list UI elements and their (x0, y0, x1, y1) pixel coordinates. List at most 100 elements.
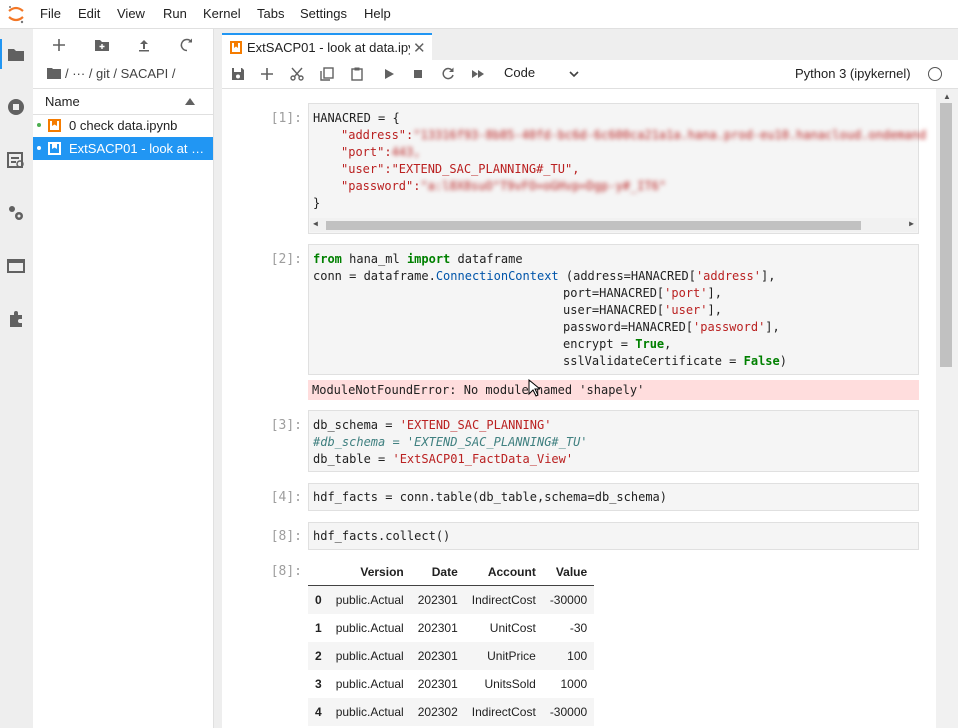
code-line: password=HANACRED['password'], (563, 320, 780, 334)
file-row-selected[interactable]: ExtSACP01 - look at data.ipynb (33, 137, 213, 160)
extension-manager-icon[interactable] (6, 309, 26, 329)
redacted-value: "a:l8X8suO"T9vFO=oGHvp=Dgp-y#_IT6" (420, 179, 667, 193)
column-header: Version (328, 559, 411, 586)
scroll-left-icon[interactable]: ◀ (313, 219, 318, 228)
file-row[interactable]: 0 check data.ipynb (33, 114, 213, 137)
code-cell-3[interactable]: db_schema = 'EXTEND_SAC_PLANNING' #db_sc… (308, 410, 919, 472)
kernel-idle-status-icon (928, 67, 942, 81)
vertical-scrollbar[interactable]: ▲ (936, 89, 958, 728)
new-folder-icon[interactable] (94, 37, 110, 53)
sort-ascending-icon[interactable] (185, 98, 195, 105)
cell-account: UnitCost (489, 621, 536, 635)
breadcrumb-path[interactable]: / ··· / git / SACAPI / (65, 66, 176, 81)
code-line: "address":"13316f93-8b85-40fd-bc6d-6c600… (341, 128, 926, 142)
run-icon[interactable] (382, 67, 396, 81)
row-index: 4 (315, 705, 322, 719)
scrollbar-thumb[interactable] (940, 103, 952, 367)
output-prompt: [8]: (270, 564, 302, 579)
command-palette-icon[interactable] (6, 150, 26, 170)
column-header: Account (464, 559, 543, 586)
paste-icon[interactable] (350, 67, 364, 81)
cell-value: 100 (567, 649, 588, 663)
file-list-header[interactable]: Name (33, 88, 213, 115)
menu-tabs[interactable]: Tabs (257, 6, 284, 21)
menu-kernel[interactable]: Kernel (203, 6, 241, 21)
column-header: Date (410, 559, 465, 586)
code-cell-5[interactable]: hdf_facts.collect() (308, 522, 919, 550)
copy-icon[interactable] (320, 67, 334, 81)
row-index: 3 (315, 677, 322, 691)
restart-icon[interactable] (441, 67, 455, 81)
table-row: 4 public.Actual 202302 IndirectCost -300… (308, 698, 595, 726)
insert-cell-icon[interactable] (260, 67, 274, 81)
chevron-down-icon[interactable] (569, 69, 579, 79)
cell-version: public.Actual (335, 621, 404, 635)
kernel-name[interactable]: Python 3 (ipykernel) (795, 66, 911, 81)
stop-icon[interactable] (411, 67, 425, 81)
notebook-tab-icon (230, 41, 242, 54)
menu-run[interactable]: Run (163, 6, 187, 21)
scroll-up-icon[interactable]: ▲ (943, 92, 951, 101)
cell-value: -30 (569, 621, 588, 635)
property-inspector-icon[interactable] (6, 203, 26, 223)
code-line: } (313, 196, 321, 210)
code-line: "port":443, (341, 145, 420, 159)
scrollbar-thumb[interactable] (326, 221, 861, 230)
table-row: 1 public.Actual 202301 UnitCost -30 (308, 614, 594, 642)
menu-settings[interactable]: Settings (300, 6, 347, 21)
menu-file[interactable]: File (40, 6, 61, 21)
cell-account: UnitPrice (487, 649, 536, 663)
running-dot-icon (37, 123, 41, 127)
table-row: 2 public.Actual 202301 UnitPrice 100 (308, 642, 595, 670)
cut-icon[interactable] (290, 67, 304, 81)
jupyter-logo-icon[interactable] (6, 4, 26, 24)
code-cell-2[interactable]: from hana_ml import dataframe conn = dat… (308, 244, 919, 375)
code-line: user=HANACRED['user'], (563, 303, 722, 317)
code-cell-1[interactable]: HANACRED = { "address":"13316f93-8b85-40… (308, 103, 926, 234)
close-tab-icon[interactable]: ✕ (413, 39, 426, 57)
cell-type-select[interactable]: Code (504, 65, 535, 80)
code-line: hdf_facts.collect() (313, 529, 451, 543)
menu-view[interactable]: View (117, 6, 145, 21)
upload-icon[interactable] (136, 37, 152, 53)
code-cell-4[interactable]: hdf_facts = conn.table(db_table,schema=d… (308, 483, 919, 511)
cell-date: 202301 (417, 593, 458, 607)
refresh-icon[interactable] (179, 37, 195, 53)
new-launcher-icon[interactable] (51, 37, 67, 53)
code-line: conn = dataframe.ConnectionContext (addr… (313, 269, 776, 283)
redacted-value: 443, (391, 145, 421, 159)
cell-version: public.Actual (335, 705, 404, 719)
table-row: 3 public.Actual 202301 UnitsSold 1000 (308, 670, 594, 698)
cell-prompt: [2]: (270, 252, 302, 267)
home-folder-icon[interactable] (47, 67, 61, 79)
cell-prompt: [8]: (270, 529, 302, 544)
cell-prompt: [4]: (270, 490, 302, 505)
error-message: ModuleNotFoundError: No module named 'sh… (312, 383, 645, 397)
code-line: from hana_ml import dataframe (313, 252, 523, 266)
folder-icon[interactable] (6, 44, 26, 64)
name-column-label[interactable]: Name (45, 94, 80, 109)
tabs-icon[interactable] (6, 256, 26, 276)
cell-date: 202301 (417, 677, 458, 691)
menu-edit[interactable]: Edit (78, 6, 100, 21)
horizontal-scrollbar[interactable]: ◀ ▶ (310, 218, 917, 232)
table-header-row: Version Date Account Value (308, 559, 595, 586)
cell-date: 202301 (417, 621, 458, 635)
scroll-right-icon[interactable]: ▶ (909, 219, 914, 228)
file-name[interactable]: 0 check data.ipynb (69, 118, 207, 133)
code-line: encrypt = True, (563, 337, 672, 351)
cell-version: public.Actual (335, 593, 404, 607)
notebook-panel: [1]: HANACRED = { "address":"13316f93-8b… (222, 89, 936, 728)
tab-label[interactable]: ExtSACP01 - look at data.ipynb (247, 40, 410, 55)
fast-forward-icon[interactable] (471, 67, 485, 81)
save-icon[interactable] (231, 67, 245, 81)
tab-notebook[interactable]: ExtSACP01 - look at data.ipynb ✕ (222, 33, 432, 60)
menu-help[interactable]: Help (364, 6, 391, 21)
code-line: "user":"EXTEND_SAC_PLANNING#_TU", (341, 162, 580, 176)
cell-version: public.Actual (335, 649, 404, 663)
notebook-toolbar: Code Python 3 (ipykernel) (222, 60, 958, 89)
code-line: "password":"a:l8X8suO"T9vFO=oGHvp=Dgp-y#… (341, 179, 666, 193)
running-kernels-icon[interactable] (6, 97, 26, 117)
column-header (308, 559, 329, 586)
file-name[interactable]: ExtSACP01 - look at data.ipynb (69, 141, 207, 156)
